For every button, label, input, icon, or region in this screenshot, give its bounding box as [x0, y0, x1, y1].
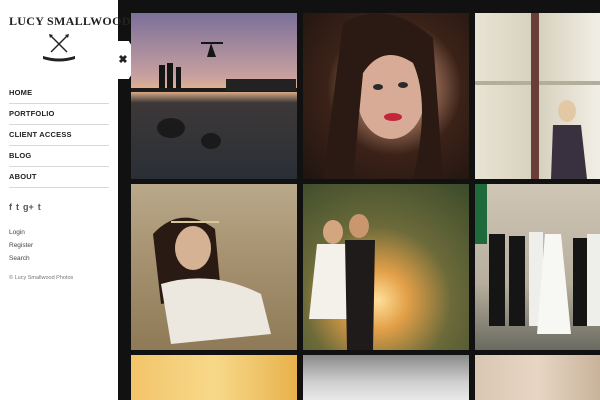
logo[interactable]: LUCY SMALLWOOD [9, 0, 131, 70]
photo-portrait-woman[interactable] [303, 13, 469, 179]
wedding-party [475, 184, 600, 334]
account-links: Login Register Search [9, 226, 109, 265]
close-icon: ✖ [118, 54, 128, 66]
couple-silhouette [309, 214, 375, 350]
nav-item-portfolio[interactable]: PORTFOLIO [9, 104, 109, 125]
photo-sunset-jump[interactable] [131, 13, 297, 179]
photo-golden-light[interactable] [131, 355, 297, 400]
photo-cloudy-sky[interactable] [303, 355, 469, 400]
window-frame [475, 13, 600, 179]
nav-item-about[interactable]: ABOUT [9, 167, 109, 188]
register-link[interactable]: Register [9, 239, 109, 252]
google-plus-icon[interactable]: g+ [23, 202, 34, 212]
nav-item-client-access[interactable]: CLIENT ACCESS [9, 125, 109, 146]
silhouette-figures [131, 42, 297, 149]
sidebar: LUCY SMALLWOOD HOME PORTFOLIO CLIENT ACC… [0, 0, 131, 400]
twitter-icon[interactable]: t [16, 202, 19, 212]
copyright: © Lucy Smallwood Photos [9, 275, 74, 281]
login-link[interactable]: Login [9, 226, 109, 239]
nav-item-blog[interactable]: BLOG [9, 146, 109, 167]
main-nav: HOME PORTFOLIO CLIENT ACCESS BLOG ABOUT [9, 83, 109, 188]
photo-woman-window[interactable] [475, 13, 600, 179]
social-links: f t g+ t [9, 202, 109, 212]
search-link[interactable]: Search [9, 252, 109, 265]
tumblr-icon[interactable]: t [38, 202, 41, 212]
photo-wedding-group[interactable] [475, 184, 600, 350]
logo-crossed-arrows-icon [43, 34, 75, 62]
facebook-icon[interactable]: f [9, 202, 12, 212]
nav-item-home[interactable]: HOME [9, 83, 109, 104]
brand-name: LUCY SMALLWOOD [9, 14, 131, 28]
grass-portrait [153, 217, 271, 344]
photo-couple-kiss-sunset[interactable] [303, 184, 469, 350]
portfolio-grid [131, 13, 600, 400]
photo-woman-blossoms[interactable] [475, 355, 600, 400]
portrait-face [323, 13, 443, 179]
photo-woman-in-grass[interactable] [131, 184, 297, 350]
